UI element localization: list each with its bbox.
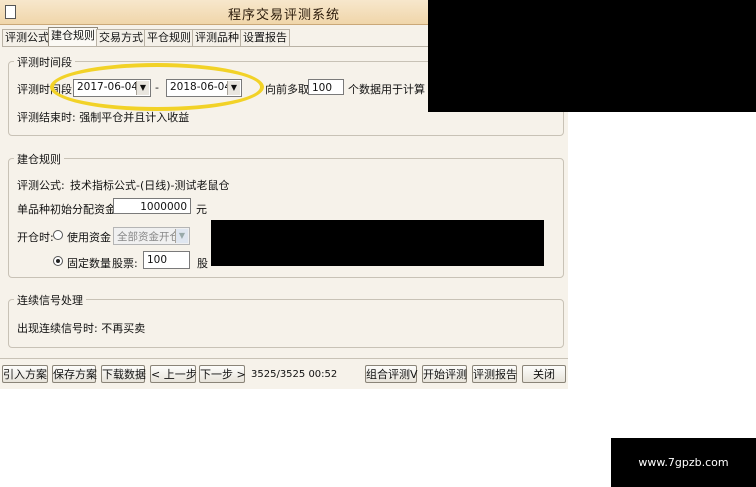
lookback-prefix: 向前多取 bbox=[265, 83, 309, 96]
use-capital-label: 使用资金 bbox=[67, 231, 111, 244]
period-group-title: 评测时间段 bbox=[14, 54, 75, 70]
lookback-suffix: 个数据用于计算 bbox=[348, 83, 425, 96]
combo-eval-button[interactable]: 组合评测V bbox=[365, 365, 418, 383]
eval-report-button[interactable]: 评测报告 bbox=[472, 365, 517, 383]
tab-report-settings[interactable]: 设置报告 bbox=[240, 29, 290, 46]
chevron-down-icon[interactable]: ▼ bbox=[175, 229, 188, 243]
end-note: 评测结束时: 强制平仓并且计入收益 bbox=[17, 111, 190, 124]
redaction-box-top bbox=[428, 0, 756, 112]
shares-unit: 股 bbox=[197, 257, 208, 270]
prev-step-button[interactable]: < 上一步 bbox=[150, 365, 197, 383]
next-step-button[interactable]: 下一步 > bbox=[199, 365, 246, 383]
fixed-quantity-label: 固定数量 bbox=[67, 257, 111, 270]
capital-mode-select[interactable]: 全部资金开仓 ▼ bbox=[113, 227, 190, 245]
tab-formula[interactable]: 评测公式 bbox=[2, 29, 52, 46]
tab-eval-symbols[interactable]: 评测品种 bbox=[192, 29, 242, 46]
highlight-ellipse bbox=[50, 63, 264, 111]
capital-input[interactable]: 1000000 bbox=[113, 198, 191, 214]
start-eval-button[interactable]: 开始评测 bbox=[422, 365, 467, 383]
watermark: www.7gpzb.com bbox=[611, 438, 756, 487]
formula-label: 评测公式: bbox=[17, 179, 65, 192]
use-capital-radio[interactable] bbox=[53, 230, 63, 240]
build-rules-title: 建仓规则 bbox=[14, 151, 64, 167]
capital-unit: 元 bbox=[196, 203, 207, 216]
signal-text: 出现连续信号时: 不再买卖 bbox=[17, 322, 146, 335]
progress-status: 3525/3525 00:52 bbox=[251, 369, 338, 380]
import-plan-button[interactable]: 引入方案 bbox=[2, 365, 48, 383]
capital-mode-value: 全部资金开仓 bbox=[117, 231, 180, 243]
shares-input[interactable]: 100 bbox=[143, 251, 190, 269]
save-plan-button[interactable]: 保存方案 bbox=[52, 365, 97, 383]
signal-group-title: 连续信号处理 bbox=[14, 292, 86, 308]
capital-label: 单品种初始分配资金: bbox=[17, 203, 120, 216]
fixed-quantity-radio[interactable] bbox=[53, 256, 63, 266]
shares-label: 股票: bbox=[112, 257, 138, 270]
redaction-box-middle bbox=[211, 220, 544, 266]
tab-build-rules[interactable]: 建仓规则 bbox=[48, 27, 98, 47]
download-data-button[interactable]: 下载数据 bbox=[101, 365, 146, 383]
close-button[interactable]: 关闭 bbox=[522, 365, 566, 383]
tab-trade-mode[interactable]: 交易方式 bbox=[96, 29, 146, 46]
open-label: 开仓时: bbox=[17, 231, 54, 244]
formula-value: 技术指标公式-(日线)-测试老鼠仓 bbox=[70, 179, 230, 192]
tab-close-rules[interactable]: 平仓规则 bbox=[144, 29, 194, 46]
toolbar-divider bbox=[0, 358, 568, 359]
lookback-input[interactable]: 100 bbox=[308, 79, 344, 95]
